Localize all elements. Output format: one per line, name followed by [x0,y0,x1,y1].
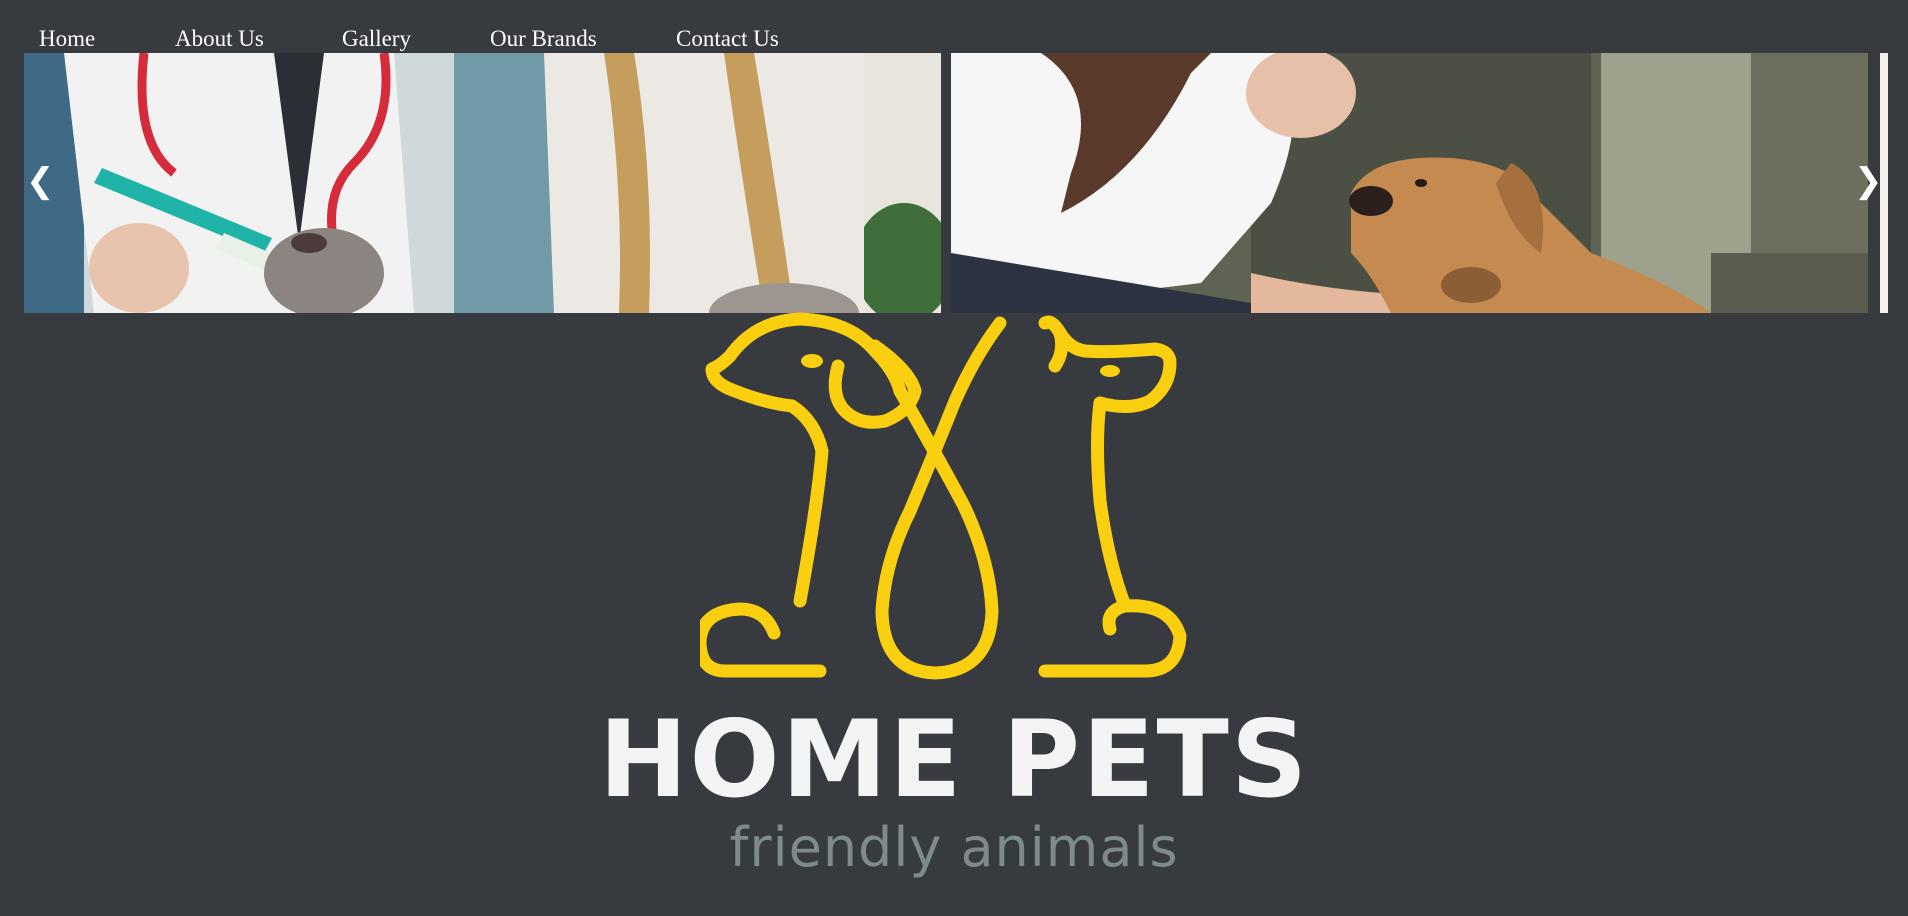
carousel-slide-dog [951,53,1868,313]
prev-slide-button[interactable]: ❮ [26,161,55,201]
brand-tagline: friendly animals [729,816,1179,879]
main-navigation: Home About Us Gallery Our Brands Contact… [0,0,1908,53]
nav-link-about-us[interactable]: About Us [175,25,264,53]
nav-link-home[interactable]: Home [39,25,95,53]
nav-link-contact-us[interactable]: Contact Us [676,25,779,53]
woman-with-dog-image [951,53,1868,313]
dog-and-cat-silhouette-icon [700,312,1187,680]
image-carousel: ❮ ❯ [24,53,1888,313]
next-slide-button[interactable]: ❯ [1854,161,1883,201]
nav-link-gallery[interactable]: Gallery [342,25,411,53]
brand-name-heading: HOME PETS [598,698,1310,821]
vet-with-puppy-image [24,53,941,313]
carousel-slide-vet [24,53,941,313]
nav-link-our-brands[interactable]: Our Brands [490,25,597,53]
